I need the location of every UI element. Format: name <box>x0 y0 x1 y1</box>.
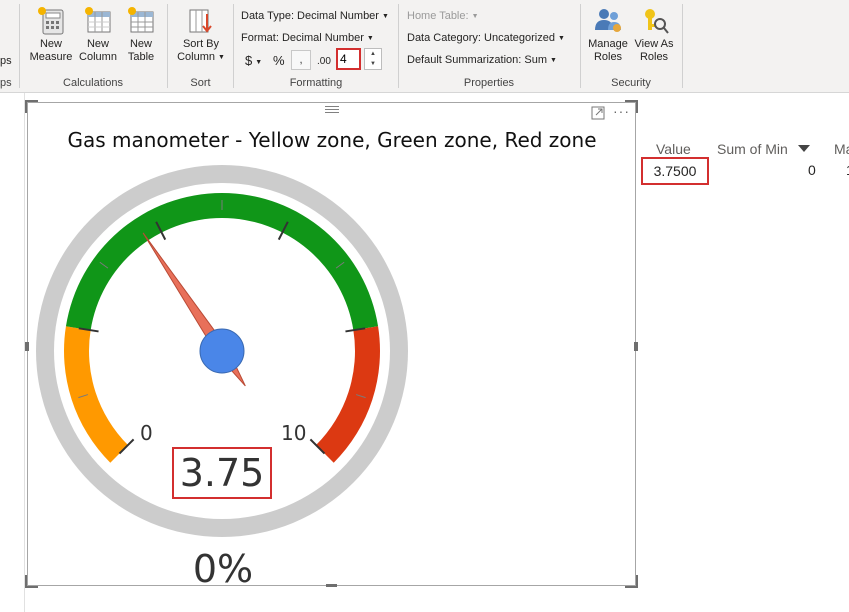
table-cell-value: 3.7500 <box>641 157 709 185</box>
gauge-max-label: 10 <box>281 421 307 445</box>
gauge-value-display: 3.75 <box>172 447 272 499</box>
gauge-min-label: 0 <box>140 421 153 445</box>
column-header-max[interactable]: Ma <box>834 141 849 157</box>
gauge-percent-display: 0% <box>192 547 254 591</box>
sort-descending-icon <box>797 145 810 152</box>
gauge-chart <box>36 165 408 537</box>
table-cell-sum-of-min: 0 <box>808 162 816 178</box>
column-header-sum-of-min[interactable]: Sum of Min <box>717 141 810 157</box>
column-header-value[interactable]: Value <box>656 141 691 157</box>
gauge-hub <box>199 328 245 374</box>
sum-of-min-label: Sum of Min <box>717 141 788 157</box>
